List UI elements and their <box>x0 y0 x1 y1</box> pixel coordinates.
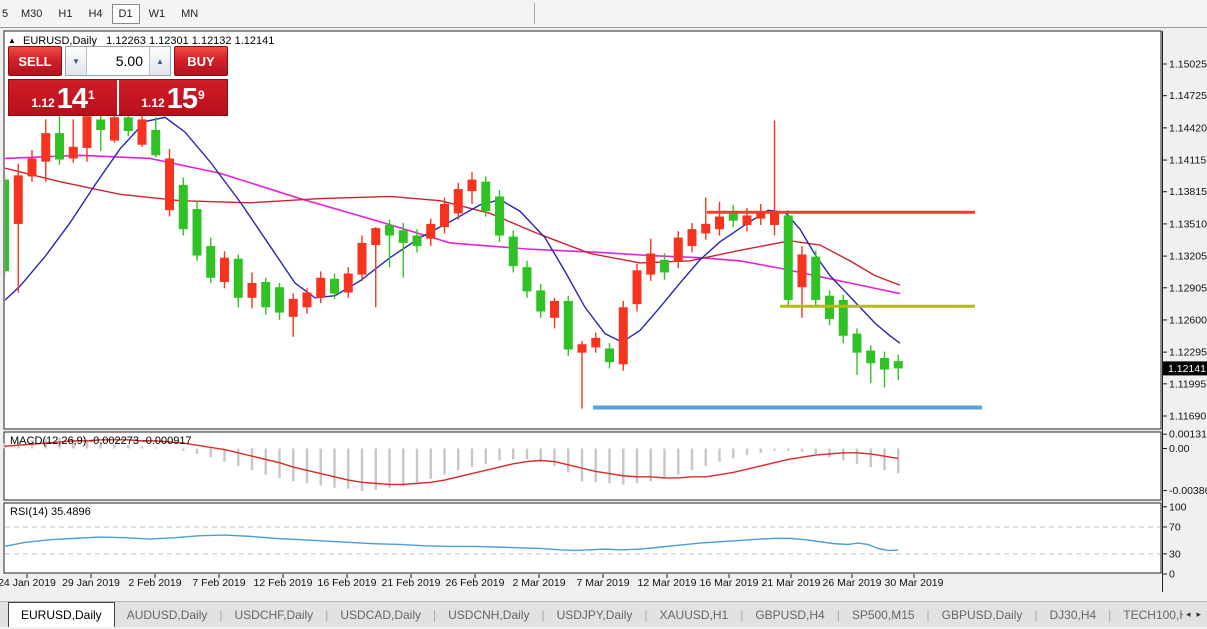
svg-text:1.12905: 1.12905 <box>1169 282 1207 294</box>
buy-button[interactable]: BUY <box>174 46 228 76</box>
svg-text:1.12600: 1.12600 <box>1169 314 1207 326</box>
svg-text:21 Mar 2019: 21 Mar 2019 <box>762 577 821 589</box>
svg-text:29 Jan 2019: 29 Jan 2019 <box>62 577 120 589</box>
svg-text:24 Jan 2019: 24 Jan 2019 <box>0 577 56 589</box>
svg-text:0: 0 <box>1169 569 1175 581</box>
current-price-label: 1.12141 <box>1168 363 1206 375</box>
sell-price-pip: 1 <box>88 80 95 110</box>
svg-text:0.00: 0.00 <box>1169 443 1190 455</box>
svg-text:30 Mar 2019: 30 Mar 2019 <box>885 577 944 589</box>
svg-text:1.13815: 1.13815 <box>1169 186 1207 198</box>
svg-text:26 Mar 2019: 26 Mar 2019 <box>823 577 882 589</box>
volume-decrease-icon[interactable]: ▼ <box>66 47 87 75</box>
sell-price-quote[interactable]: 1.12 14 1 <box>9 80 119 115</box>
buy-price-prefix: 1.12 <box>141 95 164 112</box>
svg-text:21 Feb 2019: 21 Feb 2019 <box>382 577 441 589</box>
svg-text:1.15025: 1.15025 <box>1169 59 1207 71</box>
buy-price-quote[interactable]: 1.12 15 9 <box>119 80 227 115</box>
buy-price-pip: 9 <box>198 80 205 110</box>
one-click-trade-panel: SELL ▼ 5.00 ▲ BUY 1.12 14 1 1.12 15 9 <box>8 46 228 116</box>
buy-price-big: 15 <box>167 86 197 112</box>
svg-text:1.14115: 1.14115 <box>1169 155 1206 167</box>
sell-button[interactable]: SELL <box>8 46 62 76</box>
volume-stepper: ▼ 5.00 ▲ <box>65 46 171 76</box>
svg-text:7 Feb 2019: 7 Feb 2019 <box>192 577 245 589</box>
svg-text:1.14725: 1.14725 <box>1169 90 1207 102</box>
svg-text:12 Feb 2019: 12 Feb 2019 <box>254 577 313 589</box>
svg-text:30: 30 <box>1169 548 1181 560</box>
collapse-arrow-icon[interactable]: ▲ <box>8 36 16 45</box>
svg-text:1.11690: 1.11690 <box>1169 411 1206 423</box>
macd-label: MACD(12,26,9) -0.002273 -0.000917 <box>10 435 192 447</box>
sell-price-prefix: 1.12 <box>31 95 54 112</box>
svg-text:1.12295: 1.12295 <box>1169 347 1207 359</box>
svg-text:70: 70 <box>1169 521 1181 533</box>
svg-text:2 Mar 2019: 2 Mar 2019 <box>512 577 565 589</box>
svg-text:0.001313: 0.001313 <box>1169 429 1207 441</box>
svg-text:1.14420: 1.14420 <box>1169 122 1207 134</box>
svg-text:1.11995: 1.11995 <box>1169 378 1206 390</box>
svg-text:1.13205: 1.13205 <box>1169 251 1207 263</box>
rsi-label: RSI(14) 35.4896 <box>10 506 91 518</box>
volume-increase-icon[interactable]: ▲ <box>149 47 170 75</box>
svg-text:12 Mar 2019: 12 Mar 2019 <box>638 577 697 589</box>
sell-price-big: 14 <box>57 86 87 112</box>
date-axis: 24 Jan 2019 29 Jan 2019 2 Feb 2019 7 Feb 20… <box>0 574 944 589</box>
svg-text:16 Feb 2019: 16 Feb 2019 <box>318 577 377 589</box>
svg-text:-0.0038625: -0.0038625 <box>1169 485 1207 497</box>
svg-text:26 Feb 2019: 26 Feb 2019 <box>446 577 505 589</box>
svg-text:1.13510: 1.13510 <box>1169 218 1207 230</box>
svg-text:2 Feb 2019: 2 Feb 2019 <box>128 577 181 589</box>
svg-text:7 Mar 2019: 7 Mar 2019 <box>576 577 629 589</box>
svg-text:16 Mar 2019: 16 Mar 2019 <box>700 577 759 589</box>
svg-text:100: 100 <box>1169 501 1187 513</box>
volume-input[interactable]: 5.00 <box>87 47 149 75</box>
